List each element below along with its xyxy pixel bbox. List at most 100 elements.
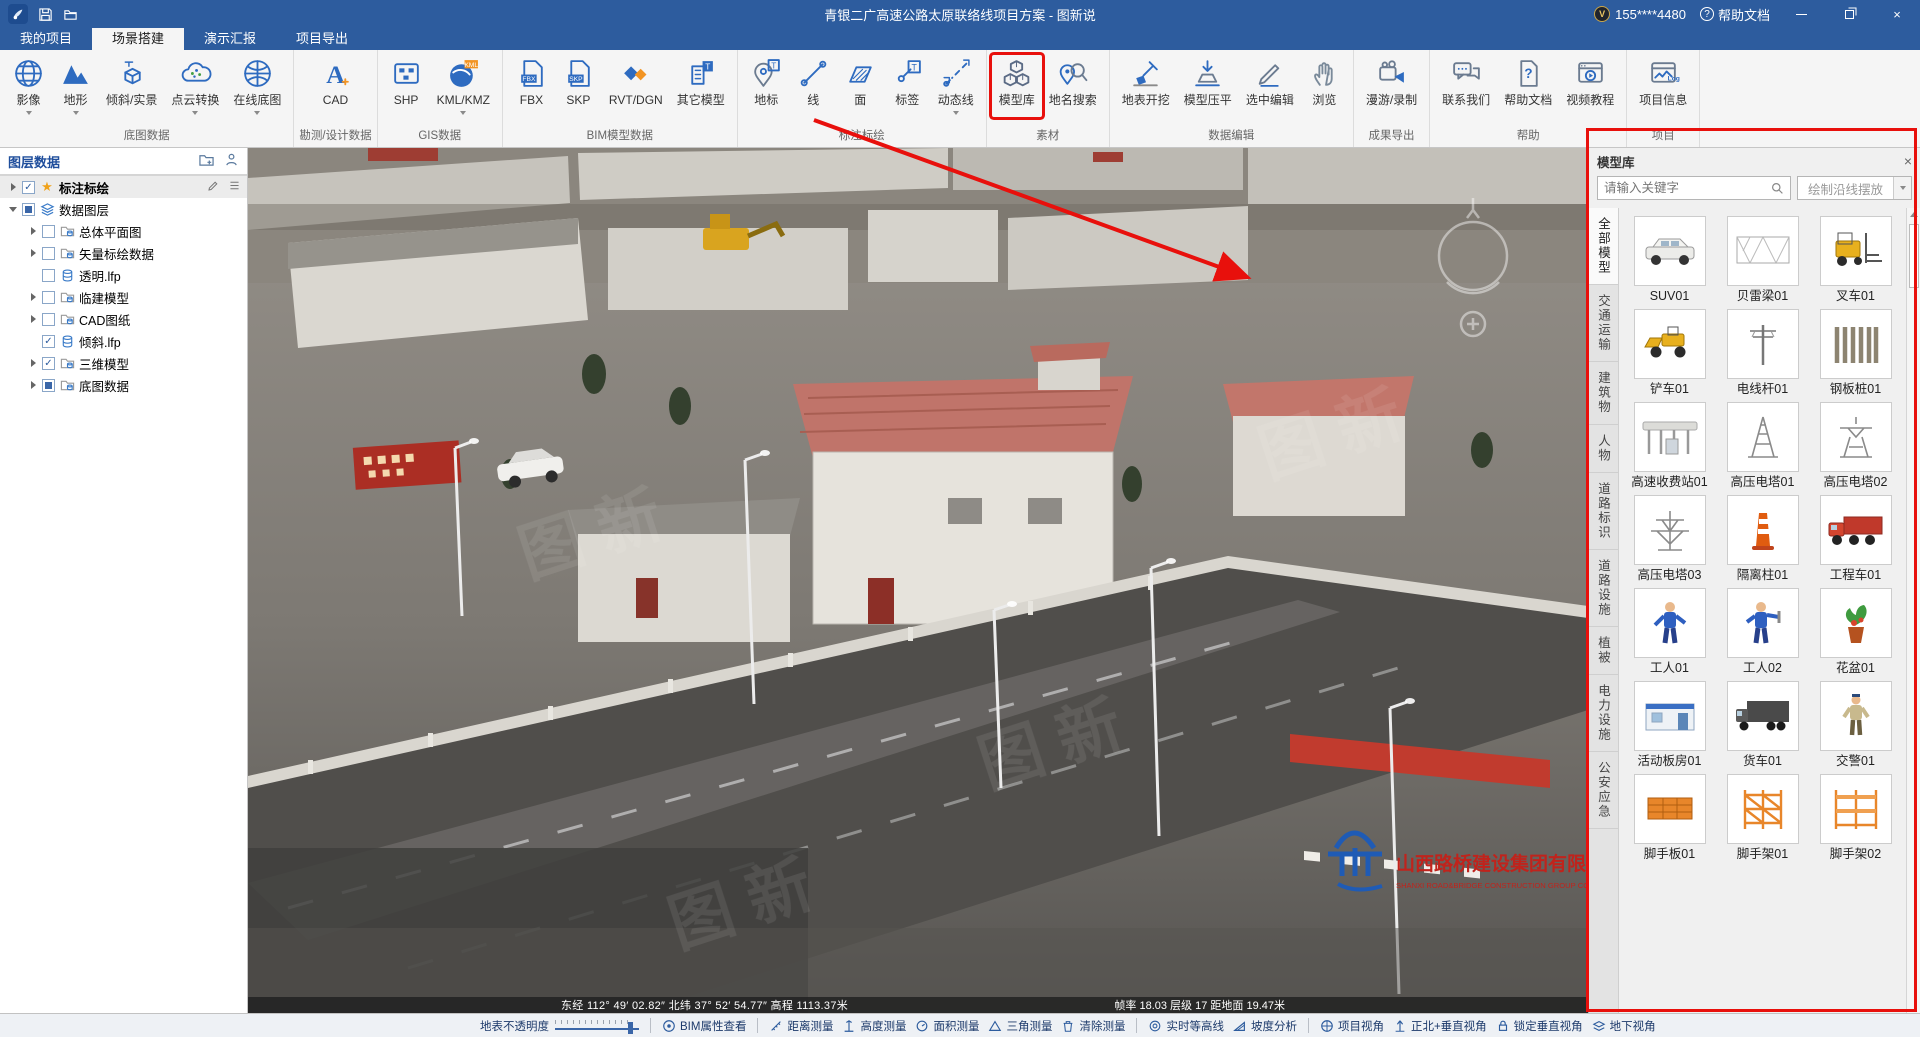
layer-locate-icon[interactable] — [224, 152, 239, 170]
model-card-花盆01[interactable]: 花盆01 — [1809, 588, 1902, 675]
ribbon-button-浏览[interactable]: 浏览 — [1301, 55, 1348, 117]
ribbon-button-线[interactable]: 线 — [790, 55, 837, 117]
expander-icon[interactable] — [8, 183, 18, 191]
ribbon-button-选中编辑[interactable]: 选中编辑 — [1239, 55, 1301, 117]
ribbon-button-地标[interactable]: T地标 — [743, 55, 790, 117]
expander-icon[interactable] — [28, 249, 38, 257]
model-card-贝雷梁01[interactable]: 贝雷梁01 — [1716, 216, 1809, 303]
model-card-电线杆01[interactable]: 电线杆01 — [1716, 309, 1809, 396]
close-button[interactable]: × — [1880, 0, 1914, 28]
ribbon-button-SKP[interactable]: SKPSKP — [555, 55, 602, 117]
ribbon-button-联系我们[interactable]: 联系我们 — [1435, 55, 1497, 117]
model-card-隔离柱01[interactable]: 隔离柱01 — [1716, 495, 1809, 582]
expander-icon[interactable] — [28, 227, 38, 235]
combo-dropdown-icon[interactable] — [1893, 177, 1911, 199]
expander-icon[interactable] — [28, 315, 38, 323]
ribbon-button-在线底图[interactable]: 在线底图 — [226, 55, 288, 117]
layer-checkbox[interactable]: ✓ — [42, 357, 55, 370]
help-doc-link[interactable]: ? 帮助文档 — [1700, 5, 1770, 24]
model-card-高压电塔03[interactable]: 高压电塔03 — [1623, 495, 1716, 582]
status-item-三角测量[interactable]: 三角测量 — [988, 1018, 1052, 1034]
status-item-坡度分析[interactable]: 坡度分析 — [1233, 1018, 1297, 1034]
ribbon-button-地表开挖[interactable]: 地表开挖 — [1115, 55, 1177, 117]
layer-checkbox[interactable] — [42, 247, 55, 260]
layer-row-三维模型[interactable]: ✓三维模型 — [0, 352, 247, 374]
status-item-距离测量[interactable]: 距离测量 — [769, 1018, 833, 1034]
layer-row-倾斜.lfp[interactable]: ✓倾斜.lfp — [0, 330, 247, 352]
layer-row-总体平面图[interactable]: 总体平面图 — [0, 220, 247, 242]
status-item-清除测量[interactable]: 清除测量 — [1061, 1018, 1125, 1034]
model-card-脚手架01[interactable]: 脚手架01 — [1716, 774, 1809, 861]
ribbon-button-FBX[interactable]: FBXFBX — [508, 55, 555, 117]
status-item-高度测量[interactable]: 高度测量 — [842, 1018, 906, 1034]
model-card-高压电塔01[interactable]: 高压电塔01 — [1716, 402, 1809, 489]
layer-row-标注标绘[interactable]: ✓★标注标绘 — [0, 176, 247, 198]
model-card-高速收费站01[interactable]: 高速收费站01 — [1623, 402, 1716, 489]
account-area[interactable]: V 155****4480 — [1594, 6, 1686, 22]
category-tab-植被[interactable]: 植被 — [1589, 627, 1618, 675]
layer-checkbox[interactable] — [42, 225, 55, 238]
layer-checkbox[interactable]: ✓ — [42, 335, 55, 348]
ribbon-button-模型压平[interactable]: 模型压平 — [1177, 55, 1239, 117]
ribbon-button-CAD[interactable]: ACAD — [312, 55, 359, 117]
model-card-铲车01[interactable]: 铲车01 — [1623, 309, 1716, 396]
model-card-钢板桩01[interactable]: 钢板桩01 — [1809, 309, 1902, 396]
ribbon-button-倾斜/实景[interactable]: 倾斜/实景 — [99, 55, 164, 117]
tab-场景搭建[interactable]: 场景搭建 — [92, 28, 184, 50]
ribbon-button-标签[interactable]: T标签 — [884, 55, 931, 117]
minimize-button[interactable] — [1784, 0, 1818, 28]
new-group-icon[interactable] — [199, 152, 214, 170]
category-tab-交通运输[interactable]: 交通运输 — [1589, 285, 1618, 362]
model-card-工程车01[interactable]: 工程车01 — [1809, 495, 1902, 582]
ribbon-button-RVT/DGN[interactable]: RVT/DGN — [602, 55, 670, 117]
model-card-货车01[interactable]: 货车01 — [1716, 681, 1809, 768]
status-item-实时等高线[interactable]: 实时等高线 — [1148, 1018, 1224, 1034]
ribbon-button-KML/KMZ[interactable]: KMLKML/KMZ — [430, 55, 497, 117]
model-card-叉车01[interactable]: 叉车01 — [1809, 216, 1902, 303]
layer-checkbox[interactable] — [42, 379, 55, 392]
model-card-SUV01[interactable]: SUV01 — [1623, 216, 1716, 303]
model-card-脚手架02[interactable]: 脚手架02 — [1809, 774, 1902, 861]
ribbon-button-其它模型[interactable]: T其它模型 — [670, 55, 732, 117]
status-item-锁定垂直视角[interactable]: 锁定垂直视角 — [1496, 1018, 1583, 1034]
panel-close-icon[interactable]: × — [1904, 153, 1912, 169]
category-tab-道路设施[interactable]: 道路设施 — [1589, 550, 1618, 627]
layer-checkbox[interactable]: ✓ — [22, 181, 35, 194]
status-item-地下视角[interactable]: 地下视角 — [1592, 1018, 1656, 1034]
save-icon[interactable] — [38, 7, 53, 22]
expander-icon[interactable] — [28, 359, 38, 367]
model-card-交警01[interactable]: 交警01 — [1809, 681, 1902, 768]
status-item-BIM属性查看[interactable]: BIM属性查看 — [662, 1018, 746, 1034]
layer-checkbox[interactable] — [22, 203, 35, 216]
model-card-活动板房01[interactable]: 活动板房01 — [1623, 681, 1716, 768]
category-tab-建筑物[interactable]: 建筑物 — [1589, 362, 1618, 425]
layer-checkbox[interactable] — [42, 291, 55, 304]
layer-checkbox[interactable] — [42, 269, 55, 282]
ribbon-button-地名搜索[interactable]: 地名搜索 — [1042, 55, 1104, 117]
ribbon-button-动态线[interactable]: 动态线 — [931, 55, 981, 117]
list-icon[interactable] — [228, 179, 241, 195]
edit-pencil-icon[interactable] — [207, 179, 220, 195]
layer-row-CAD图纸[interactable]: CAD图纸 — [0, 308, 247, 330]
model-card-脚手板01[interactable]: 脚手板01 — [1623, 774, 1716, 861]
ribbon-button-面[interactable]: 面 — [837, 55, 884, 117]
category-tab-电力设施[interactable]: 电力设施 — [1589, 675, 1618, 752]
status-item-项目视角[interactable]: 项目视角 — [1320, 1018, 1384, 1034]
ribbon-button-帮助文档[interactable]: ?帮助文档 — [1497, 55, 1559, 117]
ribbon-button-SHP[interactable]: SHP — [383, 55, 430, 117]
layer-row-数据图层[interactable]: 数据图层 — [0, 198, 247, 220]
layer-row-透明.lfp[interactable]: 透明.lfp — [0, 264, 247, 286]
category-tab-人物[interactable]: 人物 — [1589, 425, 1618, 473]
ribbon-button-点云转换[interactable]: 点云转换 — [164, 55, 226, 117]
category-tab-全部模型[interactable]: 全部模型 — [1589, 208, 1618, 285]
category-tab-公安应急[interactable]: 公安应急 — [1589, 752, 1618, 829]
expander-icon[interactable] — [28, 293, 38, 301]
surface-opacity-slider[interactable]: 地表不透明度 — [480, 1018, 639, 1034]
status-item-正北+垂直视角[interactable]: 正北+垂直视角 — [1393, 1018, 1487, 1034]
expander-icon[interactable] — [8, 207, 18, 212]
restore-button[interactable] — [1832, 0, 1866, 28]
ribbon-button-地形[interactable]: 地形 — [52, 55, 99, 117]
model-search-input[interactable] — [1598, 181, 1771, 195]
ribbon-button-漫游/录制[interactable]: 漫游/录制 — [1359, 55, 1424, 117]
tab-演示汇报[interactable]: 演示汇报 — [184, 28, 276, 50]
